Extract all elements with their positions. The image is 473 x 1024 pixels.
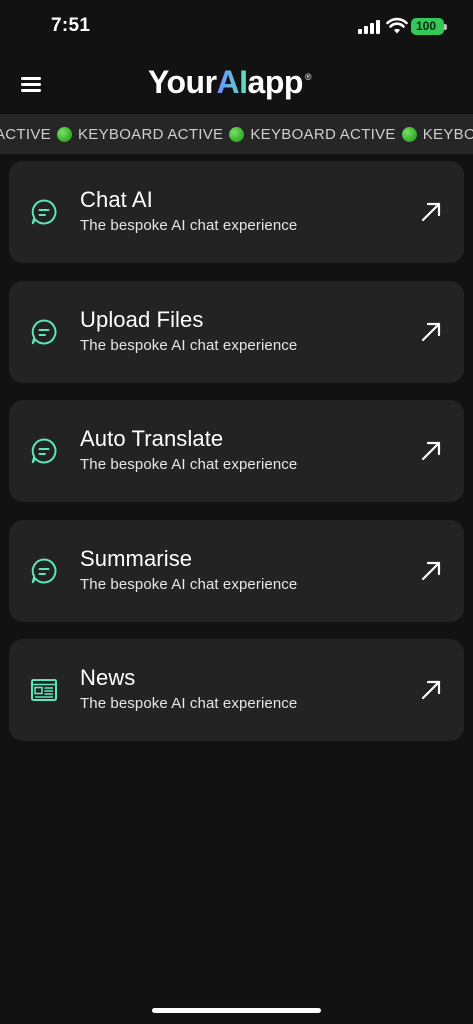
arrow-up-right-icon[interactable] [420,440,442,462]
ticker-track: ACTIVE KEYBOARD ACTIVE KEYBOARD ACTIVE K… [0,114,473,154]
card-chat-ai[interactable]: Chat AI The bespoke AI chat experience [9,161,464,263]
card-subtitle: The bespoke AI chat experience [80,576,298,593]
card-news[interactable]: News The bespoke AI chat experience [9,639,464,741]
card-title: News [80,665,136,690]
logo-text-app: app [247,64,304,100]
card-subtitle: The bespoke AI chat experience [80,456,298,473]
home-indicator[interactable] [152,1008,321,1013]
arrow-up-right-icon[interactable] [420,201,442,223]
card-title: Upload Files [80,307,204,332]
arrow-up-right-icon[interactable] [420,679,442,701]
card-auto-translate[interactable]: Auto Translate The bespoke AI chat exper… [9,400,464,502]
status-bar: 7:51 100 [0,0,473,54]
chat-bubble-icon [31,319,57,345]
ticker-item: KEYBOARD ACTIVE [78,126,250,143]
green-dot-icon [56,126,72,142]
ticker-text: KEYBOARD ACTIVE [250,125,396,143]
app-screen: 7:51 100 Your AI app ® ACTIVE KEYBOARD A… [0,0,473,1024]
battery-icon: 100 [411,18,444,35]
battery-cap [444,24,447,30]
logo-registered-mark: ® [304,72,312,82]
chat-bubble-icon [31,199,57,225]
card-title: Summarise [80,546,193,571]
wifi-icon [386,17,408,34]
signal-icon [358,20,380,34]
battery-level: 100 [415,19,437,33]
arrow-up-right-icon[interactable] [420,560,442,582]
app-header: Your AI app ® [0,54,473,114]
ticker-item: ACTIVE [0,126,78,143]
logo-text-your: Your [148,64,217,100]
ticker-item: KEYBOARD ACTIVE [250,126,422,143]
card-subtitle: The bespoke AI chat experience [80,337,298,354]
arrow-up-right-icon[interactable] [420,321,442,343]
ticker-item: KEYBOA [423,126,473,143]
card-summarise[interactable]: Summarise The bespoke AI chat experience [9,520,464,622]
ticker-text: KEYBOA [422,125,473,143]
ticker-text: KEYBOARD ACTIVE [77,125,224,143]
newspaper-icon [31,679,57,701]
card-title: Auto Translate [80,426,224,451]
card-upload-files[interactable]: Upload Files The bespoke AI chat experie… [9,281,464,383]
card-subtitle: The bespoke AI chat experience [80,217,298,234]
status-time: 7:51 [51,15,91,36]
green-dot-icon [401,126,417,142]
app-logo: Your AI app ® [148,64,312,104]
green-dot-icon [229,126,245,142]
keyboard-status-ticker: ACTIVE KEYBOARD ACTIVE KEYBOARD ACTIVE K… [0,114,473,154]
logo-text-ai: AI [216,64,249,100]
chat-bubble-icon [31,558,57,584]
hamburger-menu-icon[interactable] [17,70,45,98]
ticker-text: ACTIVE [0,125,51,143]
chat-bubble-icon [31,438,57,464]
card-subtitle: The bespoke AI chat experience [80,695,298,712]
card-title: Chat AI [80,187,153,212]
